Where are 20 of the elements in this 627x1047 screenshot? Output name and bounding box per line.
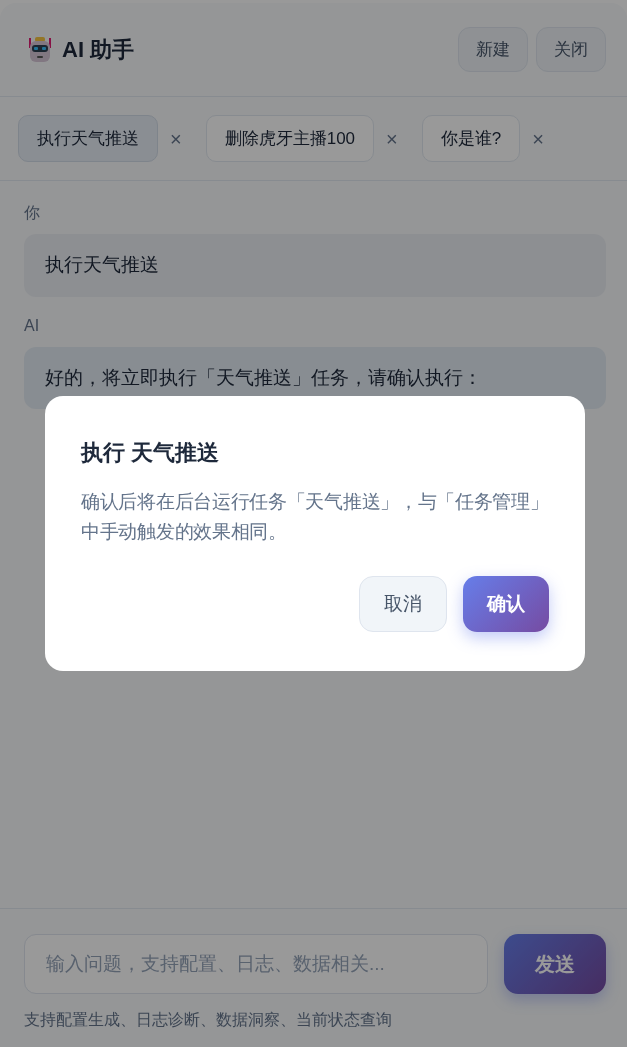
- hint-text: 支持配置生成、日志诊断、数据洞察、当前状态查询: [24, 1010, 393, 1030]
- close-icon[interactable]: ×: [532, 123, 544, 154]
- cancel-button[interactable]: 取消: [359, 576, 447, 633]
- dialog-message: 确认后将在后台运行任务「天气推送」，与「任务管理」中手动触发的效果相同。: [81, 490, 549, 544]
- close-icon[interactable]: ×: [386, 123, 398, 154]
- new-button[interactable]: 新建: [458, 26, 528, 73]
- sender-label: 你: [24, 203, 41, 223]
- close-icon[interactable]: ×: [170, 123, 182, 154]
- tab[interactable]: 你是谁?: [421, 114, 521, 163]
- tab[interactable]: 执行天气推送: [18, 114, 158, 163]
- close-button[interactable]: 关闭: [536, 26, 606, 73]
- robot-icon: [26, 35, 54, 64]
- send-button[interactable]: 发送: [504, 934, 606, 994]
- tab[interactable]: 删除虎牙主播100: [205, 114, 375, 163]
- message-input[interactable]: 输入问题，支持配置、日志、数据相关...: [24, 934, 488, 994]
- dialog-title: 执行 天气推送: [81, 439, 221, 467]
- app-title: AI 助手: [62, 36, 135, 64]
- sender-label: AI: [24, 315, 41, 336]
- message-bubble: 执行天气推送: [24, 234, 606, 297]
- confirm-button[interactable]: 确认: [463, 576, 549, 633]
